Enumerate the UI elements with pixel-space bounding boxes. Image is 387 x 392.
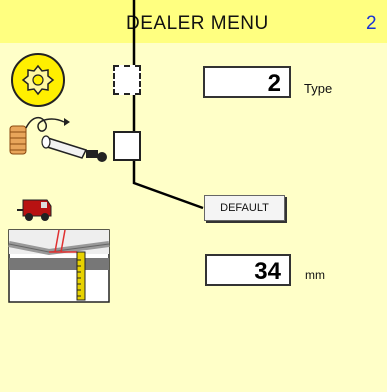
length-value: 34 [254,258,281,285]
type-unit-label: Type [304,81,333,96]
baler-icon [17,199,52,221]
length-value-field[interactable]: 34 [205,254,291,286]
type-value: 2 [267,70,281,97]
length-unit-label: mm [305,268,325,282]
knotter-gear-icon[interactable] [10,52,70,112]
dealer-menu-screen: DEALER MENU 2 2 Type DEFAULT 34 mm [0,0,387,392]
type-value-field[interactable]: 2 [203,66,291,98]
knotter-checkbox[interactable] [113,65,141,95]
winder-checkbox[interactable] [113,131,141,161]
twine-spool-icon[interactable] [8,112,108,167]
default-button[interactable]: DEFAULT [204,195,285,221]
needle-measure-icon [8,229,110,303]
